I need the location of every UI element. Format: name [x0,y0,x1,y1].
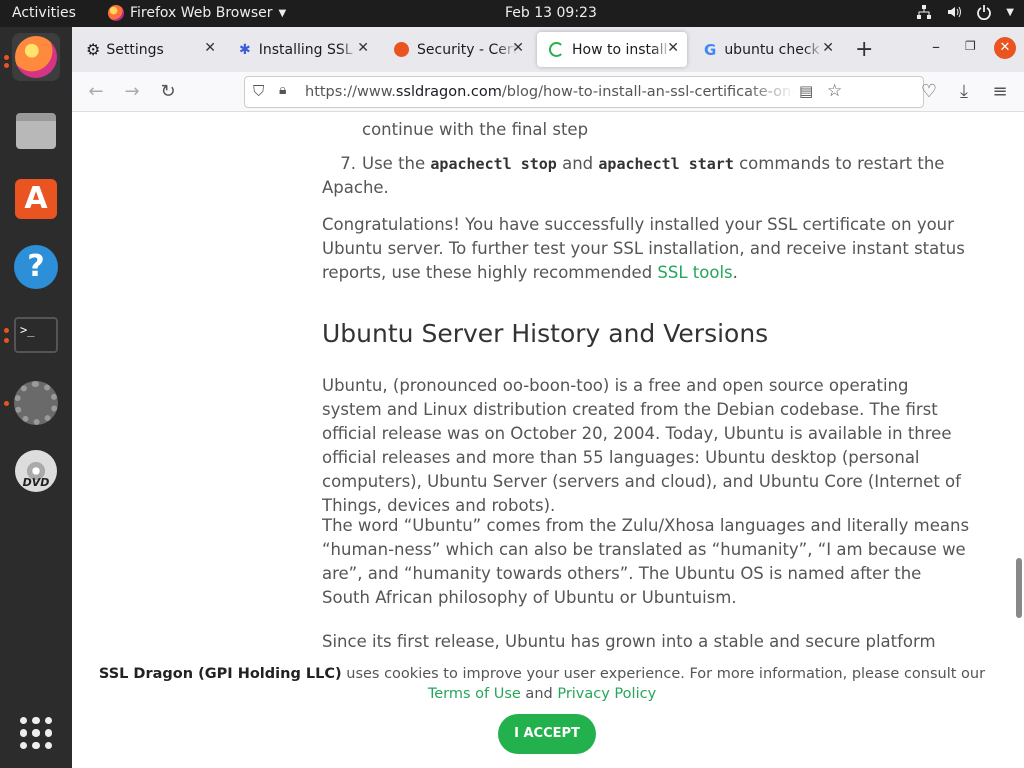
dvd-icon: DVD [15,450,57,492]
step-6-tail: continue with the final step [362,120,589,139]
terminal-icon: >_ [14,317,58,353]
tab-strip: ⚙ Settings ✕ ✱ Installing SSL C ✕ Securi… [72,27,1024,72]
lock-icon: 🔒︎ [279,82,287,98]
close-icon[interactable]: ✕ [822,40,834,56]
url-bar[interactable]: ⛉ 🔒︎ https://www.ssldragon.com/blog/how-… [244,76,924,108]
dock-software[interactable]: A [12,175,60,223]
dock-terminal[interactable]: >_ [12,311,60,359]
system-tray[interactable]: ▼ [916,4,1014,20]
tab-label: Settings [106,41,164,58]
cookie-text: SSL Dragon (GPI Holding LLC) uses cookie… [98,666,986,702]
history-paragraph: Ubuntu, (pronounced oo-boon-too) is a fr… [322,376,961,515]
dock-help[interactable]: ? [12,243,60,291]
accept-cookies-button[interactable]: I ACCEPT [498,714,596,754]
cookie-banner: SSL Dragon (GPI Holding LLC) uses cookie… [72,652,1024,768]
firefox-icon [108,5,124,21]
ubuntu-icon [394,42,409,57]
tab-label: ubuntu check [724,41,820,58]
tab-settings[interactable]: ⚙ Settings ✕ [74,32,224,67]
dock: A ? >_ DVD [0,27,72,768]
tab-ubuntu-check[interactable]: G ubuntu check ✕ [692,32,842,67]
close-window-button[interactable]: ✕ [994,37,1016,59]
forward-button[interactable]: → [120,80,144,104]
software-icon: A [15,179,57,219]
network-icon [917,5,932,19]
top-bar: Activities Firefox Web Browser ▼ Feb 13 … [0,0,1024,27]
volume-icon [948,6,962,18]
page-content: continue with the final step 7. Use the a… [72,112,1024,768]
chevron-down-icon: ▼ [1006,6,1014,18]
dock-dvd[interactable]: DVD [12,447,60,495]
nav-bar: ← → ↻ ⛉ 🔒︎ https://www.ssldragon.com/blo… [72,72,1024,112]
chevron-down-icon: ▼ [278,7,287,19]
reader-view-icon[interactable]: ▤ [799,82,813,100]
tab-how-to-install[interactable]: How to install ✕ [537,32,687,67]
files-icon [16,113,56,149]
settings-icon [14,381,58,425]
maximize-button[interactable]: ❐ [965,39,976,53]
tab-label: Installing SSL C [258,41,359,58]
pocket-icon[interactable]: ♡ [917,80,941,104]
google-icon: G [704,40,717,59]
url-text: https://www.ssldragon.com/blog/how-to-in… [305,84,795,100]
privacy-link[interactable]: Privacy Policy [557,686,656,702]
gear-icon: ⚙ [86,40,101,59]
apachectl-start-code: apachectl start [598,155,734,173]
congrats-paragraph: Congratulations! You have successfully i… [322,215,965,282]
shield-icon: ⛉ [253,82,265,100]
reload-button[interactable]: ↻ [156,80,180,104]
close-icon[interactable]: ✕ [512,40,524,56]
new-tab-button[interactable]: + [855,37,873,62]
tab-label: Security - Certi [417,41,517,58]
close-icon[interactable]: ✕ [357,40,369,56]
step-7: 7. Use the apachectl stop and apachectl s… [322,154,945,197]
terms-link[interactable]: Terms of Use [428,686,521,702]
menu-icon[interactable]: ≡ [988,80,1012,104]
firefox-icon [15,36,57,78]
app-menu-label: Firefox Web Browser [130,5,273,21]
bookmark-star-icon[interactable]: ☆ [827,81,842,101]
name-origin-paragraph: The word “Ubuntu” comes from the Zulu/Xh… [322,516,970,607]
minimize-button[interactable]: – [932,37,940,56]
activities-button[interactable]: Activities [12,5,76,21]
scrollbar[interactable] [1016,558,1022,618]
tab-installing-ssl[interactable]: ✱ Installing SSL C ✕ [227,32,377,67]
back-button[interactable]: ← [84,80,108,104]
help-icon: ? [14,245,58,289]
section-heading: Ubuntu Server History and Versions [322,319,769,348]
show-apps-button[interactable] [20,717,52,749]
tab-label: How to install [572,41,668,58]
download-icon[interactable]: ⤓ [952,80,976,104]
loading-icon [549,42,564,57]
power-icon [977,5,992,20]
close-icon[interactable]: ✕ [204,40,216,56]
dock-firefox[interactable] [12,33,60,81]
clock[interactable]: Feb 13 09:23 [505,5,597,21]
close-icon[interactable]: ✕ [667,40,679,56]
dock-files[interactable] [12,107,60,155]
apachectl-stop-code: apachectl stop [430,155,557,173]
ssl-tools-link[interactable]: SSL tools [657,263,732,282]
app-menu[interactable]: Firefox Web Browser ▼ [108,5,286,21]
puzzle-icon: ✱ [239,41,251,58]
dock-settings[interactable] [12,379,60,427]
tab-security[interactable]: Security - Certi ✕ [382,32,532,67]
